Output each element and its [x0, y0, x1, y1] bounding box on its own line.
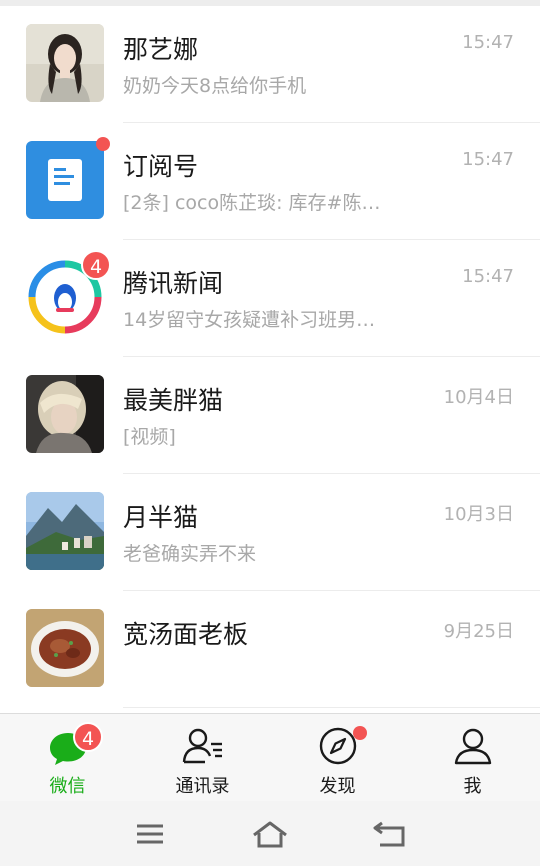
avatar[interactable] — [26, 141, 104, 219]
tab-discover[interactable]: 发现 — [270, 714, 405, 802]
tab-label: 我 — [463, 776, 482, 797]
chat-row-3[interactable]: 最美胖猫 [视频] 10月4日 — [0, 357, 540, 474]
chat-preview: [视频] — [123, 426, 176, 448]
chat-time: 15:47 — [462, 266, 514, 287]
avatar[interactable] — [26, 609, 104, 687]
chat-time: 15:47 — [462, 149, 514, 170]
tab-label: 发现 — [319, 776, 356, 797]
chat-name: 腾讯新闻 — [123, 269, 224, 298]
bottom-tab-bar: 4 微信 通讯录 发现 我 — [0, 713, 540, 801]
unread-dot — [96, 137, 110, 151]
home-icon[interactable] — [250, 819, 290, 849]
portrait-woman-icon — [26, 24, 104, 102]
avatar-wrap — [26, 492, 104, 570]
chat-preview: 奶奶今天8点给你手机 — [123, 75, 307, 97]
avatar-wrap — [26, 609, 104, 687]
chat-row-0[interactable]: 那艺娜 奶奶今天8点给你手机 15:47 — [0, 6, 540, 123]
chat-time: 15:47 — [462, 32, 514, 53]
chat-time: 9月25日 — [443, 621, 514, 642]
chat-name: 那艺娜 — [123, 35, 199, 64]
chat-time: 10月3日 — [443, 504, 514, 525]
chat-name: 最美胖猫 — [123, 386, 224, 415]
avatar-wrap — [26, 137, 110, 219]
chat-row-4[interactable]: 月半猫 老爸确实弄不来 10月3日 — [0, 474, 540, 591]
system-nav-bar — [0, 801, 540, 866]
chat-row-5[interactable]: 宽汤面老板 9月25日 — [0, 591, 540, 708]
person-icon — [454, 728, 491, 765]
menu-icon[interactable] — [130, 819, 170, 849]
unread-dot — [353, 726, 367, 740]
divider — [123, 707, 540, 708]
tab-contacts[interactable]: 通讯录 — [135, 714, 270, 802]
chat-preview: 14岁留守女孩疑遭补习班男… — [123, 309, 376, 331]
chat-name: 月半猫 — [123, 503, 199, 532]
avatar-wrap: 4 — [26, 250, 111, 336]
tab-chats[interactable]: 4 微信 — [0, 714, 135, 802]
avatar-wrap — [26, 375, 104, 453]
chat-row-2[interactable]: 4 腾讯新闻 14岁留守女孩疑遭补习班男… 15:47 — [0, 240, 540, 357]
unread-count-badge: 4 — [81, 250, 111, 280]
avatar[interactable] — [26, 375, 104, 453]
noodle-bowl-icon — [26, 609, 104, 687]
chat-preview: [2条] coco陈芷琰: 库存#陈… — [123, 192, 381, 214]
chat-time: 10月4日 — [443, 387, 514, 408]
subscription-document-icon — [26, 141, 104, 219]
tab-me[interactable]: 我 — [405, 714, 540, 802]
unread-count-badge: 4 — [73, 722, 103, 752]
landscape-lake-icon — [26, 492, 104, 570]
chat-preview: 老爸确实弄不来 — [123, 543, 257, 565]
avatar[interactable] — [26, 492, 104, 570]
chat-name: 订阅号 — [123, 152, 199, 181]
avatar[interactable] — [26, 24, 104, 102]
chat-name: 宽汤面老板 — [123, 620, 249, 649]
portrait-blonde-icon — [26, 375, 104, 453]
chat-row-1[interactable]: 订阅号 [2条] coco陈芷琰: 库存#陈… 15:47 — [0, 123, 540, 240]
compass-icon — [319, 727, 356, 765]
chat-list[interactable]: 那艺娜 奶奶今天8点给你手机 15:47 订阅号 [2条] coco陈芷琰: 库… — [0, 6, 540, 713]
tab-label: 通讯录 — [175, 776, 230, 797]
back-icon[interactable] — [370, 819, 410, 849]
avatar-wrap — [26, 24, 104, 102]
tab-label: 微信 — [49, 776, 86, 797]
contacts-icon — [182, 728, 222, 764]
